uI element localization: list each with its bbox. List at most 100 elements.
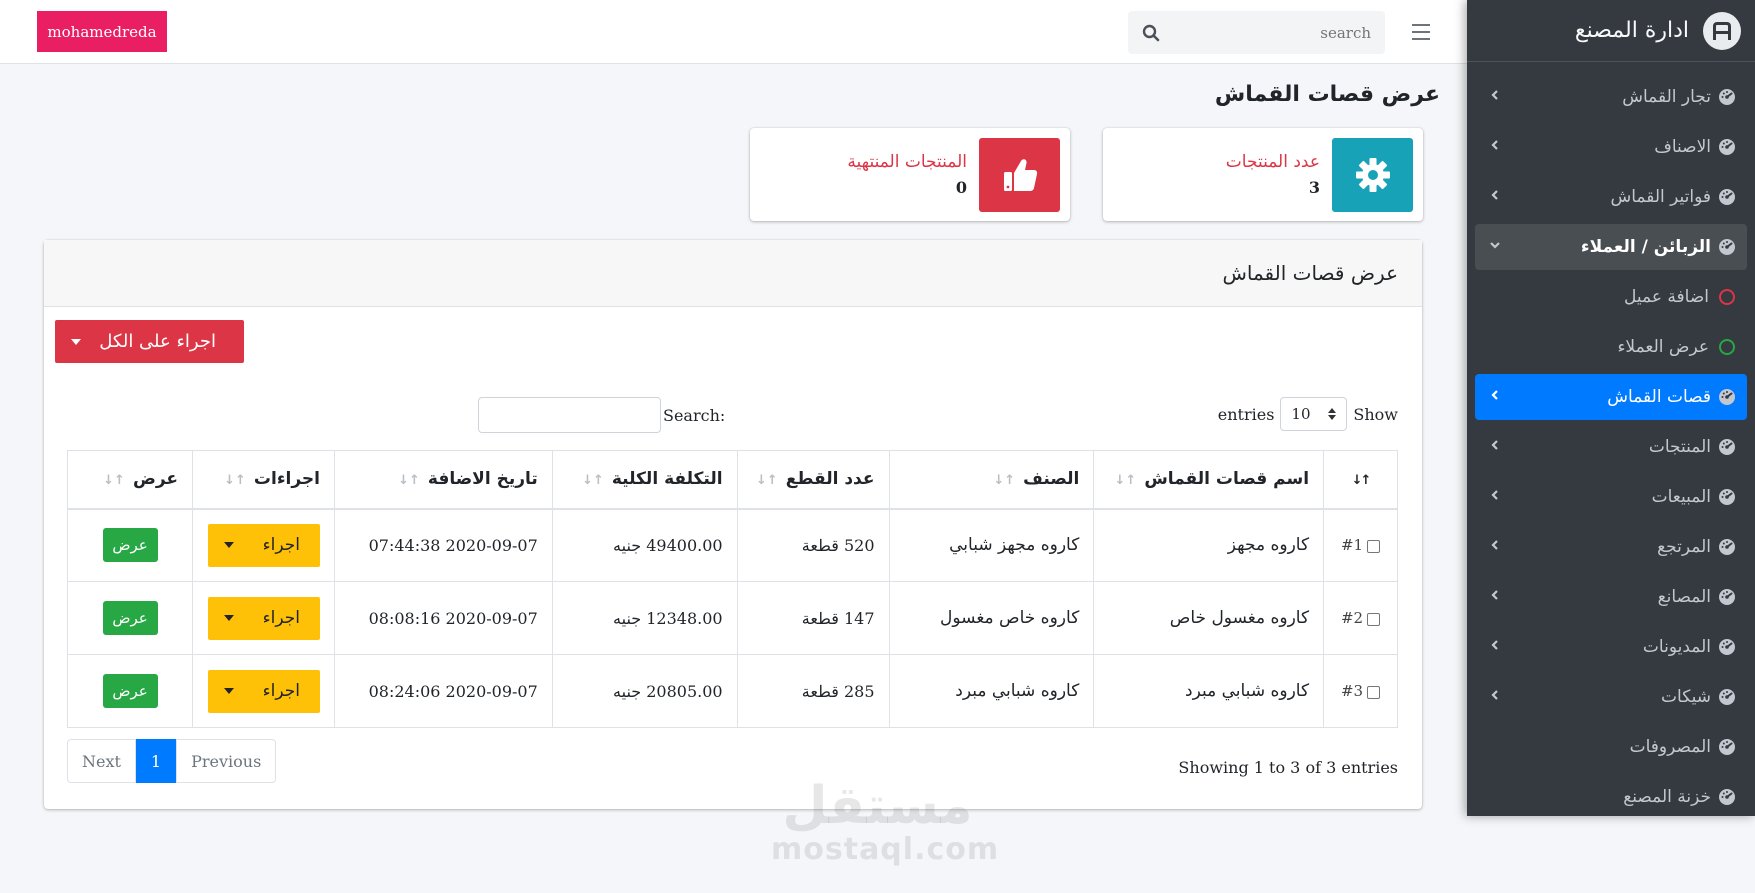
sidebar-item-label: المصروفات bbox=[1629, 737, 1711, 757]
sidebar-item-label: خزنة المصنع bbox=[1623, 787, 1711, 807]
row-action-button[interactable]: اجراء bbox=[208, 669, 320, 713]
cell-view: عرض bbox=[66, 654, 194, 728]
user-badge[interactable]: mohamedreda bbox=[37, 11, 167, 52]
stat-value: 3 bbox=[1308, 178, 1320, 197]
sidebar-item[interactable]: المرتجع bbox=[1475, 524, 1747, 570]
sort-icon: ↑↓ bbox=[398, 473, 422, 489]
cell-category: كاروه مجهز شبابي bbox=[888, 508, 1095, 582]
cell-cost: 12348.00 جنيه bbox=[551, 581, 738, 655]
pagination-next[interactable]: Next bbox=[67, 739, 136, 783]
sidebar-item-label: عرض العملاء bbox=[1617, 337, 1709, 357]
row-action-button[interactable]: اجراء bbox=[208, 596, 320, 640]
top-navbar: mohamedreda bbox=[0, 0, 1467, 64]
sidebar-item[interactable]: قصات القماش bbox=[1475, 374, 1747, 420]
sort-icon: ↑↓ bbox=[756, 473, 780, 489]
bulk-action-button[interactable]: اجراء على الكل bbox=[55, 320, 244, 363]
row-action-label: اجراء bbox=[262, 608, 300, 628]
search-input[interactable] bbox=[1174, 23, 1385, 42]
sidebar-item[interactable]: المصانع bbox=[1475, 574, 1747, 620]
caret-down-icon bbox=[71, 338, 81, 345]
chevron-left-icon bbox=[1489, 189, 1501, 205]
sidebar-item[interactable]: خزنة المصنع bbox=[1475, 774, 1747, 820]
column-header-view[interactable]: عرض↑↓ bbox=[66, 450, 194, 510]
row-checkbox[interactable] bbox=[1367, 539, 1381, 553]
row-view-button[interactable]: عرض bbox=[102, 674, 158, 708]
dashboard-icon bbox=[1717, 137, 1737, 157]
sidebar-item-label: اضافة عميل bbox=[1624, 287, 1709, 307]
pagination-page-1[interactable]: 1 bbox=[135, 739, 177, 783]
chevron-left-icon bbox=[1489, 589, 1501, 605]
cell-cost: 20805.00 جنيه bbox=[551, 654, 738, 728]
column-header-date[interactable]: تاريخ الاضافة↑↓ bbox=[334, 450, 553, 510]
cell-view: عرض bbox=[66, 508, 194, 582]
chevron-left-icon bbox=[1489, 539, 1501, 555]
row-checkbox[interactable] bbox=[1367, 612, 1381, 626]
watermark-latin: mostaql.com bbox=[771, 832, 1000, 867]
sidebar-item[interactable]: عرض العملاء bbox=[1475, 324, 1747, 370]
sidebar-item-label: فواتير القماش bbox=[1610, 187, 1711, 207]
sidebar-item[interactable]: المنتجات bbox=[1475, 424, 1747, 470]
column-header-select[interactable]: ↑↓ bbox=[1323, 450, 1398, 510]
pagination-previous[interactable]: Previous bbox=[176, 739, 277, 783]
row-action-button[interactable]: اجراء bbox=[208, 523, 320, 567]
column-header-category[interactable]: الصنف↑↓ bbox=[888, 450, 1095, 510]
sidebar-item[interactable]: فواتير القماش bbox=[1475, 174, 1747, 220]
sidebar-item-label: قصات القماش bbox=[1607, 387, 1711, 407]
caret-down-icon bbox=[224, 542, 234, 549]
sidebar-item-label: المبيعات bbox=[1651, 487, 1711, 507]
column-header-cost[interactable]: التكلفة الكلية↑↓ bbox=[551, 450, 738, 510]
cell-actions: اجراء bbox=[192, 508, 335, 582]
chevron-left-icon bbox=[1489, 639, 1501, 655]
sidebar-item[interactable]: اضافة عميل bbox=[1475, 274, 1747, 320]
cell-name: كاروه شبابي مبرد bbox=[1093, 654, 1325, 728]
sidebar-item-label: الزبائن / العملاء bbox=[1580, 237, 1711, 257]
cell-pieces: 285 قطعة bbox=[736, 654, 890, 728]
sidebar-item[interactable]: شيكات bbox=[1475, 674, 1747, 720]
dashboard-icon bbox=[1717, 687, 1737, 707]
pagination: Next 1 Previous bbox=[67, 739, 277, 783]
table-search-input[interactable] bbox=[478, 397, 661, 433]
column-header-actions[interactable]: اجراءات↑↓ bbox=[192, 450, 335, 510]
page-length-control: entries 10 Show bbox=[1218, 397, 1398, 431]
cell-pieces: 147 قطعة bbox=[736, 581, 890, 655]
brand[interactable]: ادارة المصنع bbox=[1467, 0, 1755, 62]
chevron-down-icon bbox=[1489, 239, 1501, 255]
cell-cost: 49400.00 جنيه bbox=[551, 508, 738, 582]
sidebar-nav: تجار القماش الاصناف فواتير القماش الزبائن /… bbox=[1467, 62, 1755, 820]
sidebar-item[interactable]: المصروفات bbox=[1475, 724, 1747, 770]
sort-icon: ↑↓ bbox=[993, 473, 1017, 489]
row-checkbox[interactable] bbox=[1367, 685, 1381, 699]
menu-toggle-icon[interactable] bbox=[1410, 22, 1432, 42]
search-icon[interactable] bbox=[1128, 24, 1174, 42]
chevron-left-icon bbox=[1489, 439, 1501, 455]
sidebar-item-label: تجار القماش bbox=[1622, 87, 1711, 107]
row-view-button[interactable]: عرض bbox=[102, 601, 158, 635]
dashboard-icon bbox=[1717, 437, 1737, 457]
cell-date: 2020-09-07 07:44:38 bbox=[334, 508, 553, 582]
sidebar-item[interactable]: الاصناف bbox=[1475, 124, 1747, 170]
row-select-cell: #1 bbox=[1323, 508, 1398, 582]
table-row: #3 كاروه شبابي مبرد كاروه شبابي مبرد 285 قط… bbox=[66, 654, 1398, 728]
dashboard-icon bbox=[1717, 587, 1737, 607]
entries-label: entries bbox=[1217, 404, 1275, 424]
chevron-left-icon bbox=[1489, 489, 1501, 505]
page-length-select[interactable]: 10 bbox=[1280, 397, 1348, 431]
sidebar-item[interactable]: المديونات bbox=[1475, 624, 1747, 670]
sort-icon: ↑↓ bbox=[1351, 473, 1372, 489]
cell-actions: اجراء bbox=[192, 654, 335, 728]
chevron-left-icon bbox=[1489, 89, 1501, 105]
cell-date: 2020-09-07 08:08:16 bbox=[334, 581, 553, 655]
sidebar-item[interactable]: تجار القماش bbox=[1475, 74, 1747, 120]
table-header-row: ↑↓ اسم قصات القماش↑↓ الصنف↑↓ عدد القطع↑↓… bbox=[66, 450, 1398, 510]
sidebar-item[interactable]: المبيعات bbox=[1475, 474, 1747, 520]
stat-box-finished-products: المنتجات المنتهية 0 bbox=[750, 128, 1070, 221]
sidebar-item[interactable]: الزبائن / العملاء bbox=[1475, 224, 1747, 270]
page-title: عرض قصات القماش bbox=[1214, 82, 1440, 107]
cell-name: كاروه مجهز bbox=[1093, 508, 1325, 582]
column-header-name[interactable]: اسم قصات القماش↑↓ bbox=[1093, 450, 1325, 510]
fabric-cuts-card: عرض قصات القماش اجراء على الكل entries 1… bbox=[44, 240, 1422, 809]
chevron-left-icon bbox=[1489, 389, 1501, 405]
row-view-button[interactable]: عرض bbox=[102, 528, 158, 563]
column-header-pieces[interactable]: عدد القطع↑↓ bbox=[736, 450, 890, 510]
dashboard-icon bbox=[1717, 737, 1737, 757]
